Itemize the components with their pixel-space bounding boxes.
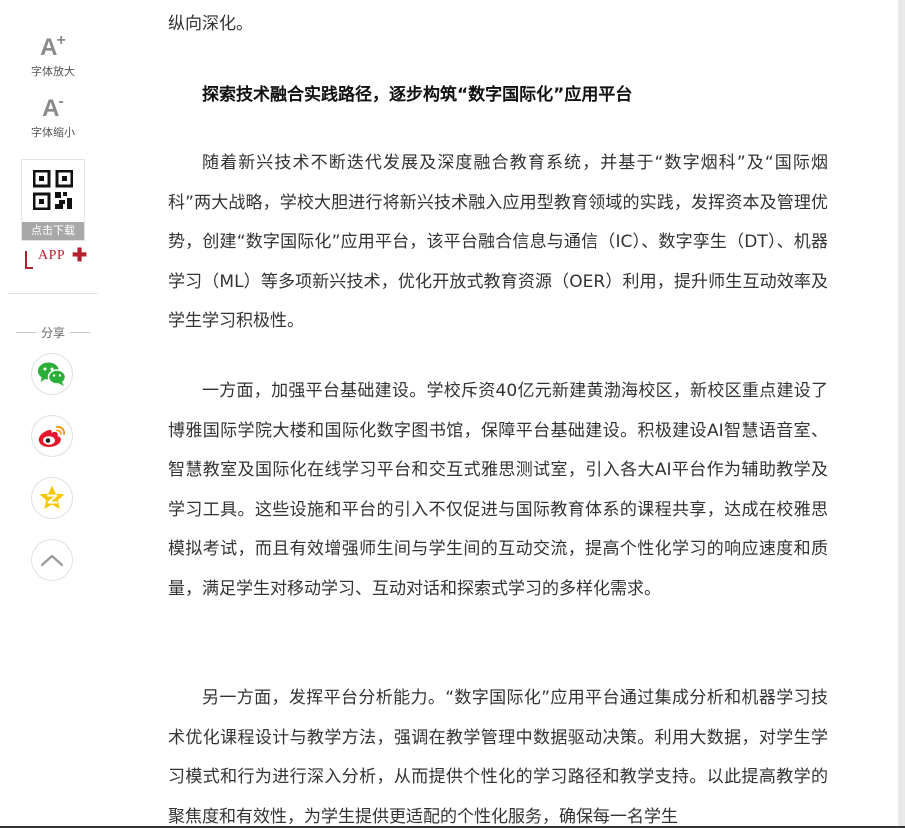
app-badge-text: APP: [38, 248, 66, 263]
app-badge-bracket: [25, 251, 33, 269]
share-label: 分享: [14, 324, 92, 341]
font-increase-icon: A+: [40, 32, 66, 61]
section-heading: 探索技术融合实践路径，逐步构筑“数字国际化”应用平台: [202, 85, 633, 105]
app-badge-link[interactable]: APP ✚: [25, 245, 88, 271]
wechat-icon: [38, 362, 67, 386]
scrollbar-track[interactable]: [898, 0, 905, 828]
share-wechat-button[interactable]: [31, 353, 73, 395]
share-qzone-button[interactable]: [31, 477, 73, 519]
article-paragraph: 一方面，加强平台基础建设。学校斥资40亿元新建黄渤海校区，新校区重点建设了博雅国…: [168, 381, 828, 599]
qr-code-icon: [33, 170, 73, 210]
share-weibo-button[interactable]: [31, 415, 73, 457]
font-decrease-icon: A-: [42, 93, 64, 122]
article-paragraph: 另一方面，发挥平台分析能力。“数字国际化”应用平台通过集成分析和机器学习技术优化…: [168, 688, 828, 827]
font-decrease-button[interactable]: A- 字体缩小: [14, 91, 92, 140]
sidebar-toolbar: A+ 字体放大 A- 字体缩小 点击下载 APP ✚ 分享: [0, 0, 106, 828]
article-paragraph: 随着新兴技术不断迭代发展及深度融合教育系统，并基于“数字烟科”及“国际烟科”两大…: [168, 153, 828, 331]
app-qr-download[interactable]: 点击下载: [21, 159, 85, 241]
article-page: A+ 字体放大 A- 字体缩小 点击下载 APP ✚ 分享 纵向深化。 探索技术…: [0, 0, 905, 828]
weibo-icon: [38, 425, 66, 447]
article-lead-in: 纵向深化。: [168, 14, 253, 34]
qzone-icon: [39, 485, 65, 509]
back-to-top-button[interactable]: [31, 539, 73, 581]
font-increase-button[interactable]: A+ 字体放大: [14, 30, 92, 79]
plus-icon: ✚: [72, 245, 88, 265]
font-increase-label: 字体放大: [31, 65, 75, 78]
qr-caption: 点击下载: [22, 222, 84, 240]
sidebar-divider: [8, 293, 98, 294]
chevron-up-icon: [40, 554, 64, 567]
font-decrease-label: 字体缩小: [31, 126, 75, 139]
